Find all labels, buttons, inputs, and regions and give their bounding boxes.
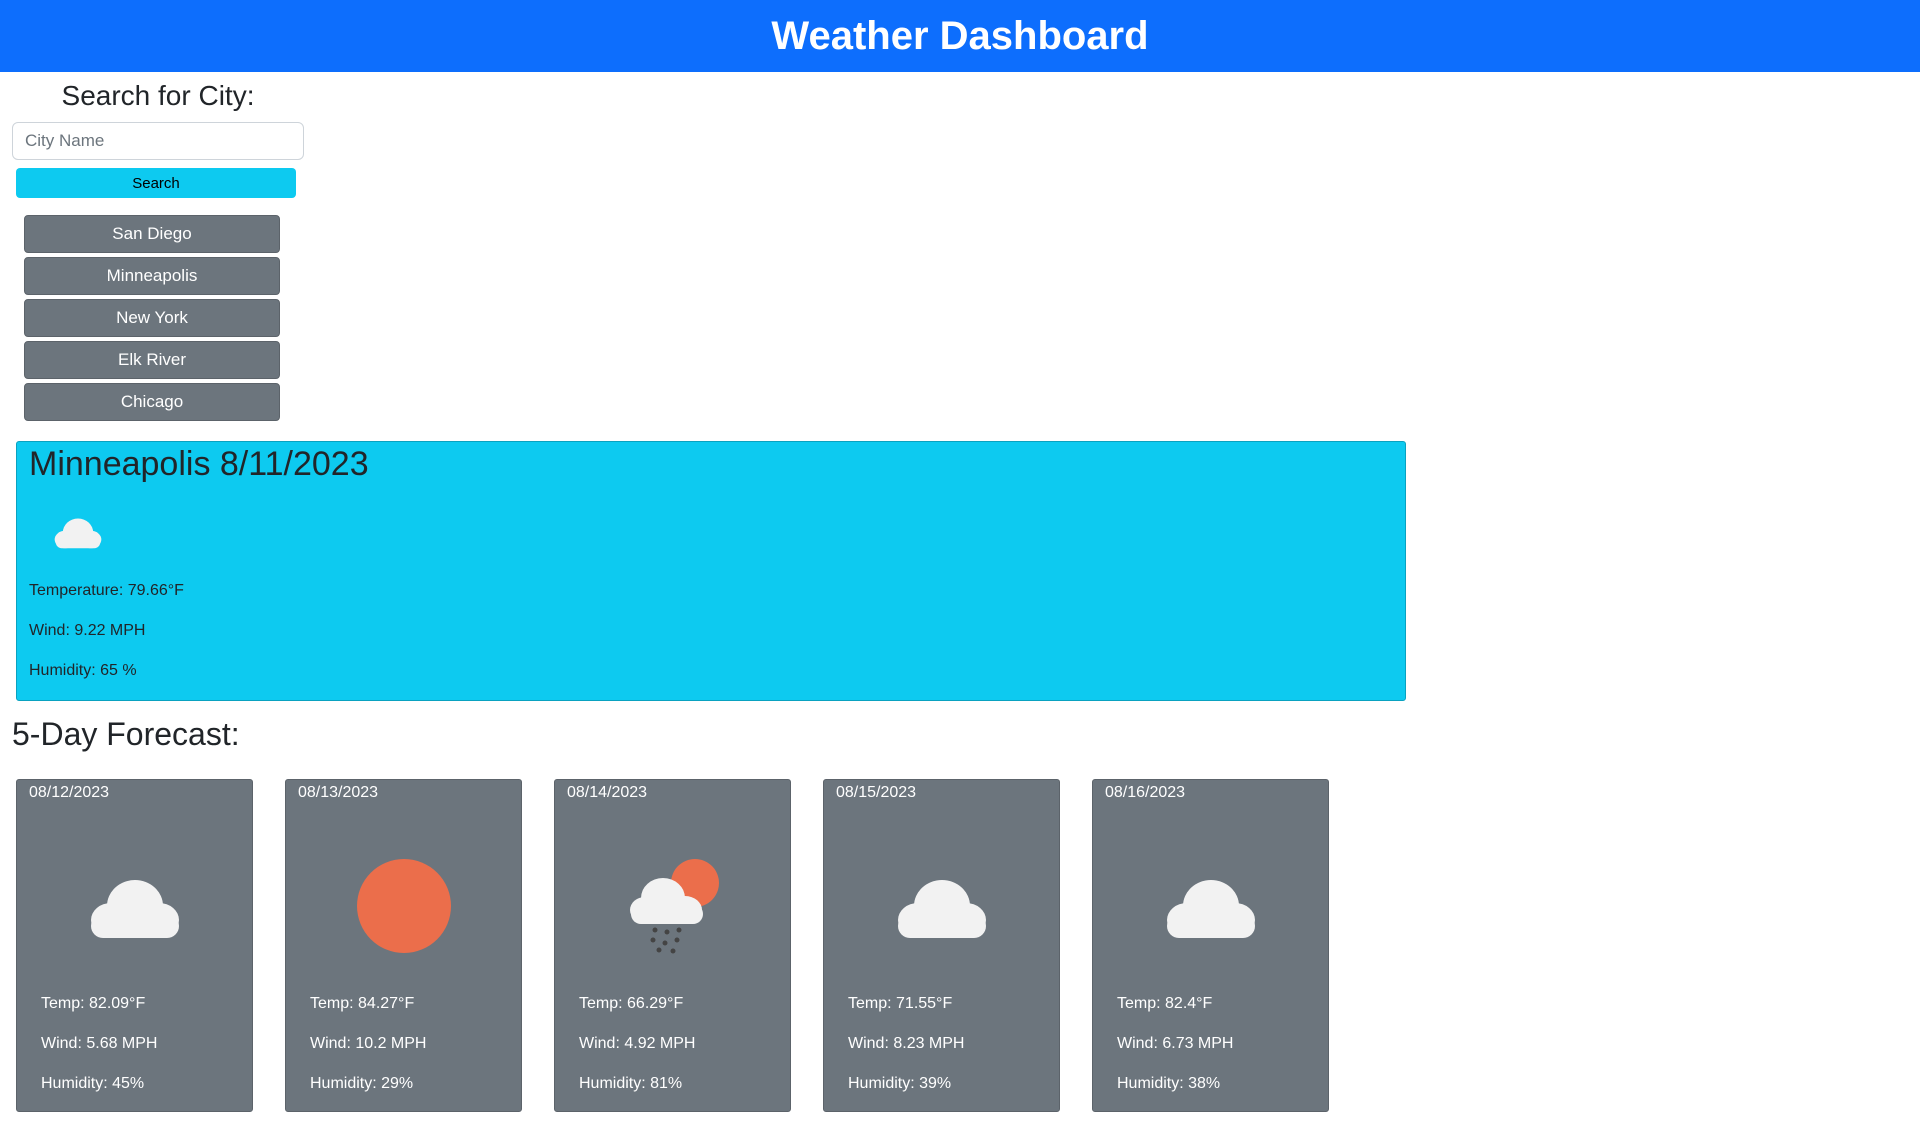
forecast-humidity: Humidity: 81%	[579, 1075, 683, 1092]
current-temperature: Temperature: 79.66°F	[29, 582, 184, 599]
history-city-button[interactable]: New York	[24, 299, 280, 337]
forecast-temp: Temp: 71.55°F	[848, 995, 953, 1012]
forecast-temp: Temp: 66.29°F	[579, 995, 684, 1012]
forecast-date: 08/16/2023	[1105, 784, 1186, 801]
forecast-humidity: Humidity: 38%	[1117, 1075, 1221, 1092]
current-city-date: Minneapolis 8/11/2023	[29, 445, 369, 483]
search-history-list: San Diego Minneapolis New York Elk River…	[24, 215, 280, 425]
history-city-button[interactable]: Minneapolis	[24, 257, 280, 295]
forecast-temp: Temp: 82.4°F	[1117, 995, 1213, 1012]
forecast-card: 08/12/2023 Temp: 82.09°F Wind: 5.68 MPH …	[16, 779, 253, 1112]
cloud-icon	[91, 880, 179, 938]
forecast-date: 08/14/2023	[567, 784, 648, 801]
forecast-humidity: Humidity: 29%	[310, 1075, 414, 1092]
forecast-temp: Temp: 82.09°F	[41, 995, 146, 1012]
forecast-card: 08/15/2023 Temp: 71.55°F Wind: 8.23 MPH …	[823, 779, 1060, 1112]
history-city-button[interactable]: San Diego	[24, 215, 280, 253]
forecast-wind: Wind: 4.92 MPH	[579, 1035, 696, 1052]
forecast-date: 08/13/2023	[298, 784, 379, 801]
current-weather-card: Minneapolis 8/11/2023 Temperature: 79.66…	[16, 441, 1406, 701]
cloud-icon	[898, 880, 986, 938]
forecast-card: 08/13/2023 Temp: 84.27°F Wind: 10.2 MPH …	[285, 779, 522, 1112]
search-heading: Search for City:	[61, 80, 255, 111]
forecast-card: 08/16/2023 Temp: 82.4°F Wind: 6.73 MPH H…	[1092, 779, 1329, 1112]
forecast-wind: Wind: 10.2 MPH	[310, 1035, 427, 1052]
app-header: Weather Dashboard	[0, 0, 1920, 72]
history-city-button[interactable]: Elk River	[24, 341, 280, 379]
forecast-date: 08/15/2023	[836, 784, 917, 801]
forecast-humidity: Humidity: 39%	[848, 1075, 952, 1092]
forecast-humidity: Humidity: 45%	[41, 1075, 145, 1092]
forecast-card: 08/14/2023 Temp: 66.29°F Wind: 4.92 MPH …	[554, 779, 791, 1112]
cloud-icon	[54, 518, 102, 549]
sun-icon	[357, 859, 451, 953]
forecast-wind: Wind: 8.23 MPH	[848, 1035, 965, 1052]
forecast-wind: Wind: 5.68 MPH	[41, 1035, 158, 1052]
page-title: Weather Dashboard	[771, 13, 1149, 58]
cloud-icon	[1167, 880, 1255, 938]
rain-sun-cloud-icon	[630, 859, 719, 954]
forecast-wind: Wind: 6.73 MPH	[1117, 1035, 1234, 1052]
forecast-heading: 5-Day Forecast:	[12, 716, 240, 752]
search-button[interactable]: Search	[16, 168, 296, 198]
city-search-input[interactable]	[12, 122, 304, 160]
current-humidity: Humidity: 65 %	[29, 662, 137, 679]
history-city-button[interactable]: Chicago	[24, 383, 280, 421]
current-wind: Wind: 9.22 MPH	[29, 622, 146, 639]
forecast-temp: Temp: 84.27°F	[310, 995, 415, 1012]
forecast-date: 08/12/2023	[29, 784, 110, 801]
